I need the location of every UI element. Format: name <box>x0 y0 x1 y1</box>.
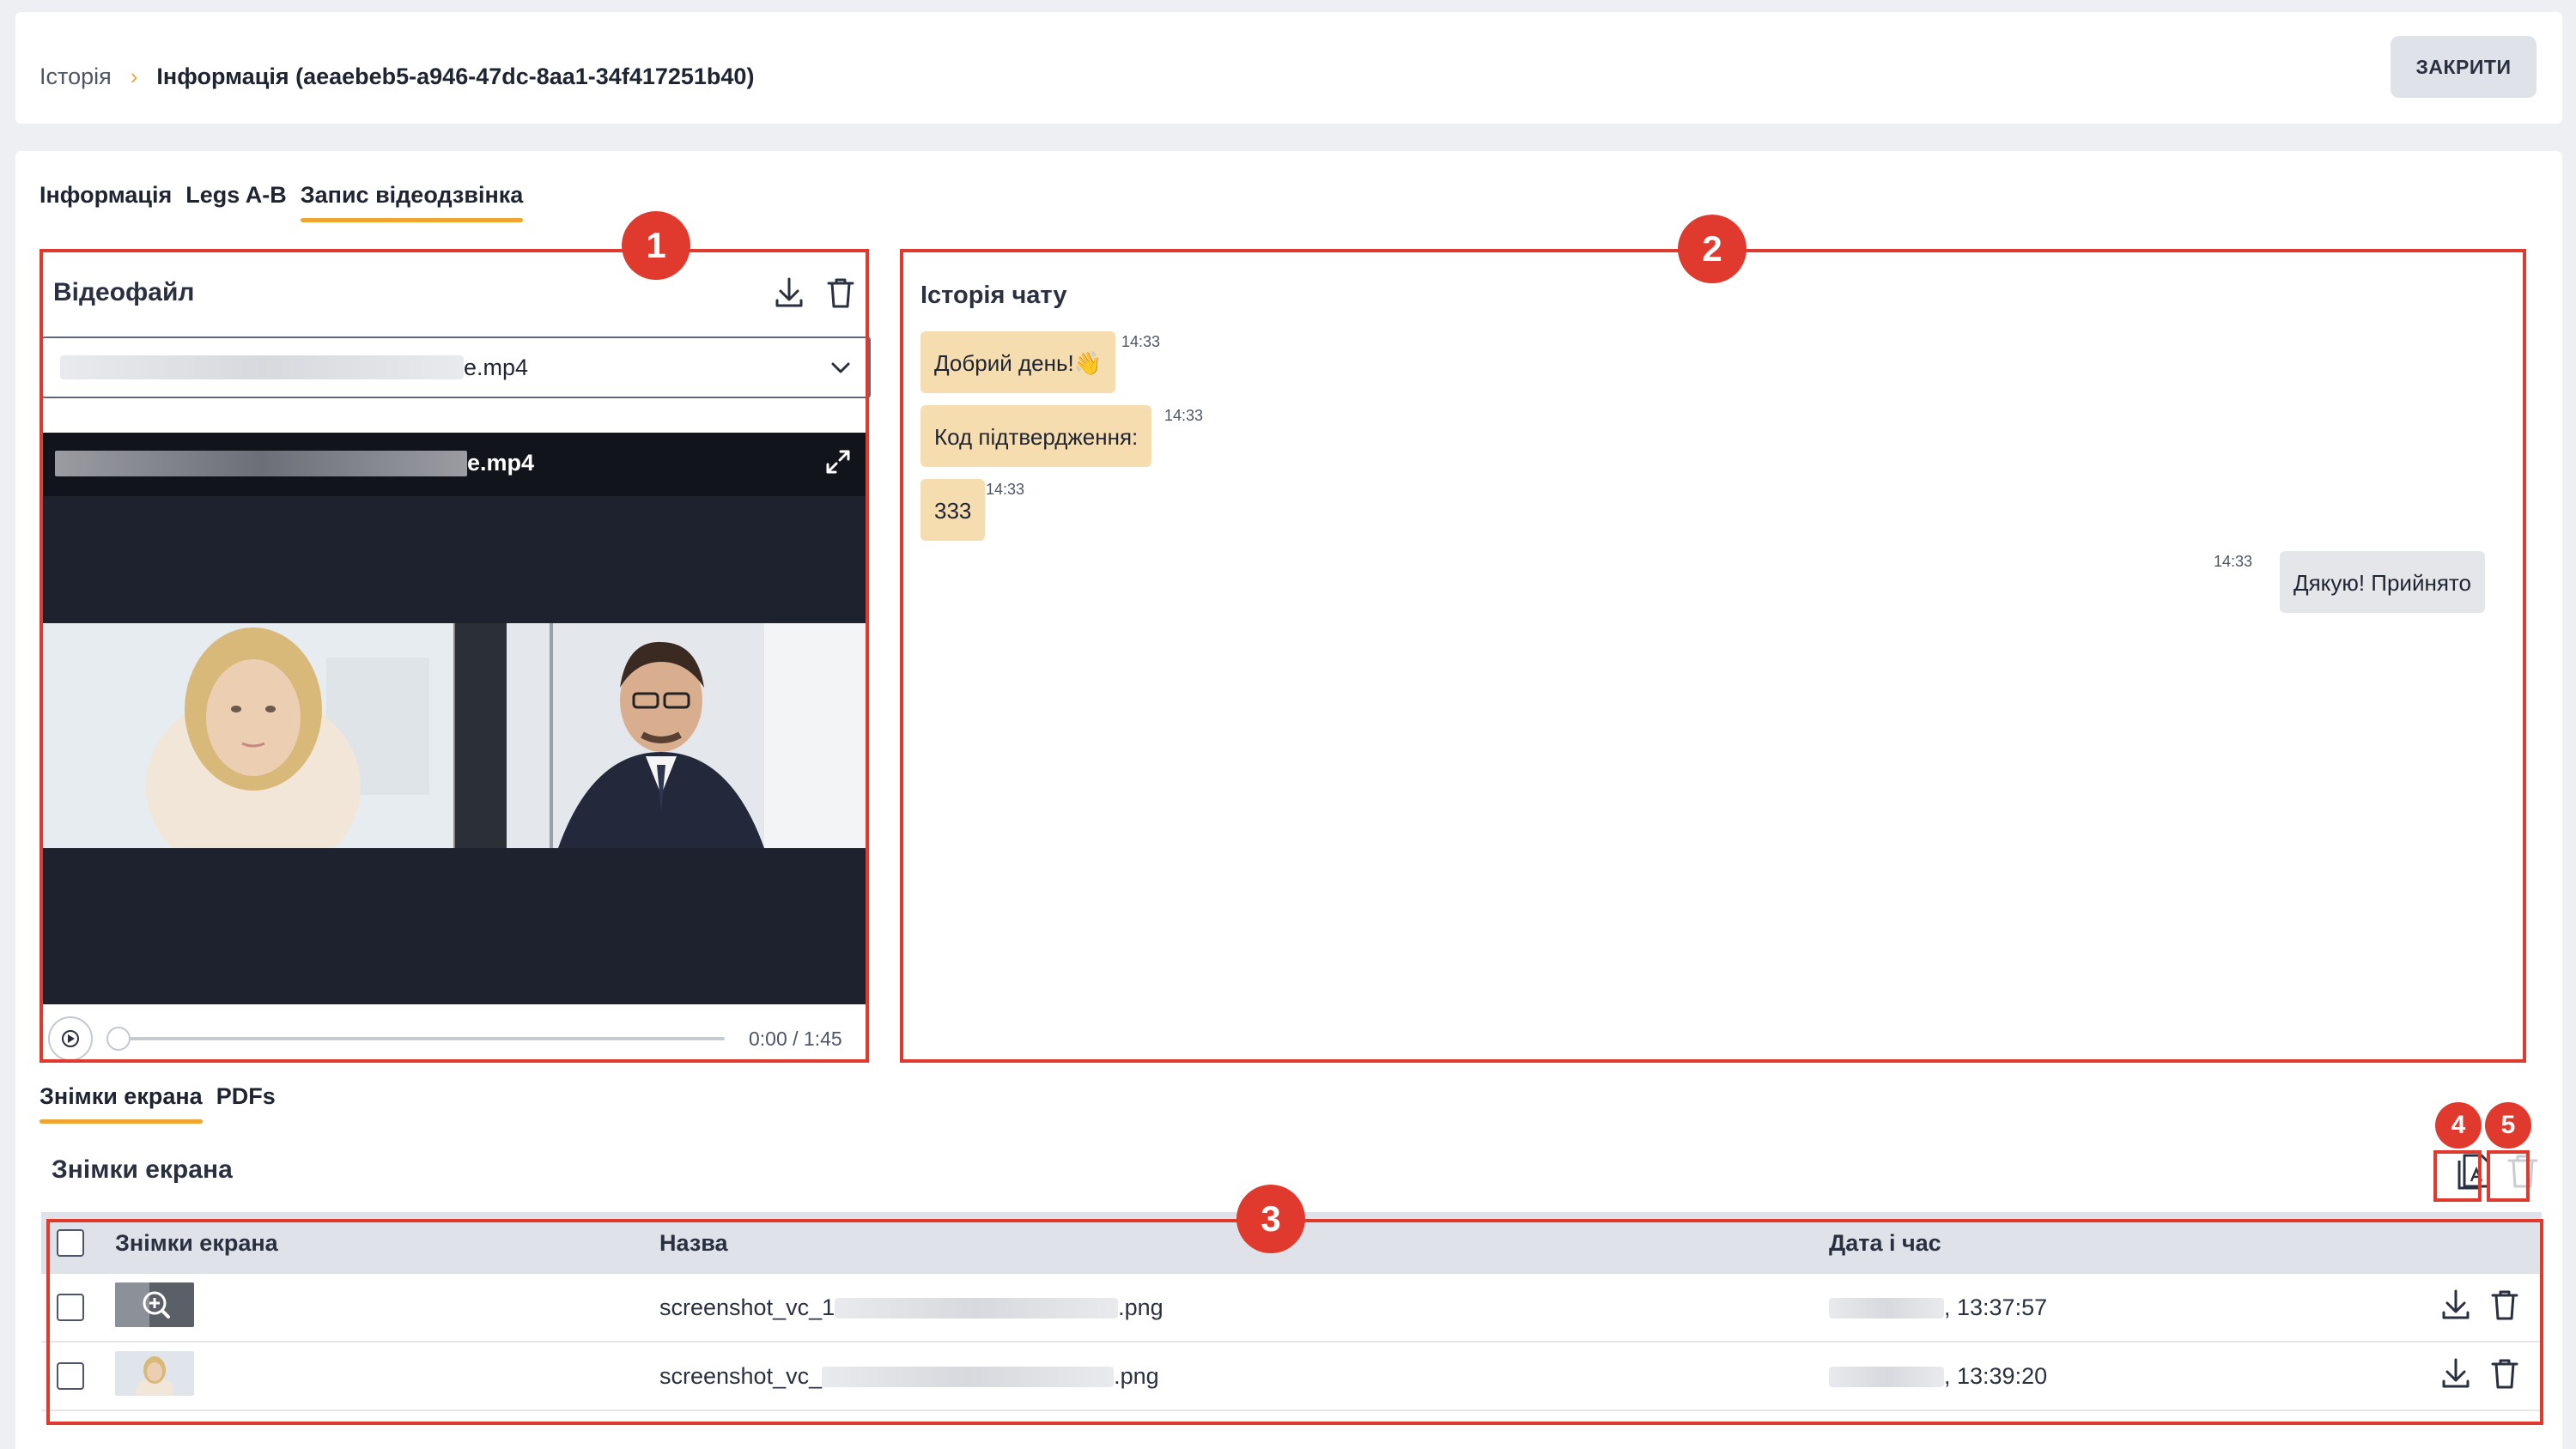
player-filename-suffix: e.mp4 <box>467 450 535 476</box>
select-all-checkbox[interactable] <box>57 1229 84 1257</box>
column-header-datetime[interactable]: Дата і час <box>1829 1230 1941 1257</box>
redacted-name <box>822 1367 1115 1388</box>
annotation-marker: 3 <box>1236 1185 1305 1253</box>
chat-message-outgoing: Дякую! Прийнято <box>2279 551 2485 613</box>
breadcrumb-separator-icon: › <box>130 64 138 89</box>
trash-icon[interactable] <box>2490 1356 2519 1397</box>
video-panel: Відеофайл e.mp4 e.mp4 0:00 / 1:45 <box>41 251 871 1061</box>
chat-message-time: 14:33 <box>986 481 1025 498</box>
video-panel-title: Відеофайл <box>53 278 195 306</box>
tab-video-recording[interactable]: Запис відеодзвінка <box>300 182 523 222</box>
delete-selected-icon[interactable] <box>2506 1150 2540 1196</box>
participant-woman-image <box>43 623 453 848</box>
breadcrumb-history-link[interactable]: Історія <box>39 64 112 90</box>
chat-message: Код підтвердження: <box>920 405 1152 467</box>
screenshot-name: screenshot_vc_1 .png <box>659 1294 1163 1320</box>
annotation-marker: 5 <box>2485 1102 2531 1149</box>
screenshot-thumbnail[interactable] <box>115 1350 194 1404</box>
download-icon[interactable] <box>771 275 807 311</box>
screenshot-datetime: , 13:37:57 <box>1829 1294 2047 1321</box>
screenshot-name: screenshot_vc_ .png <box>659 1362 1159 1389</box>
tabs: Інформація Legs A-B Запис відеодзвінка <box>39 182 523 222</box>
chat-message-time: 14:33 <box>2214 553 2253 570</box>
redacted-player-filename <box>55 450 467 476</box>
row-checkbox[interactable] <box>57 1294 84 1321</box>
breadcrumb-current: Інформація (aeaebeb5-a946-47dc-8aa1-34f4… <box>156 64 755 89</box>
export-pdf-icon[interactable] <box>2454 1150 2492 1196</box>
redacted-name <box>835 1298 1119 1319</box>
top-bar: Історія › Інформація (aeaebeb5-a946-47dc… <box>15 12 2562 124</box>
chat-panel: Історія чату Добрий день!👋 14:33 Код під… <box>908 251 2538 1061</box>
video-file-select-value: e.mp4 <box>464 354 529 380</box>
annotation-marker: 4 <box>2435 1102 2482 1149</box>
player-time: 0:00 / 1:45 <box>749 1027 842 1050</box>
redacted-date <box>1829 1367 1944 1388</box>
tab-screenshots[interactable]: Знімки екрана <box>39 1083 203 1124</box>
participant-man-image <box>453 623 867 848</box>
download-icon[interactable] <box>2440 1356 2471 1397</box>
progress-knob[interactable] <box>106 1027 131 1051</box>
play-icon[interactable] <box>48 1016 93 1061</box>
row-checkbox[interactable] <box>57 1362 84 1390</box>
tab-legs[interactable]: Legs A-B <box>185 182 287 222</box>
video-frame <box>43 623 867 848</box>
column-header-name[interactable]: Назва <box>659 1230 728 1257</box>
table-row: screenshot_vc_ .png , 13:39:20 <box>41 1343 2542 1411</box>
trash-icon[interactable] <box>823 275 859 311</box>
chat-title: Історія чату <box>920 282 1067 309</box>
screenshot-datetime: , 13:39:20 <box>1829 1363 2047 1390</box>
close-button[interactable]: ЗАКРИТИ <box>2391 36 2537 98</box>
annotation-marker: 2 <box>1678 215 1747 283</box>
redacted-date <box>1829 1298 1944 1319</box>
video-player[interactable]: e.mp4 <box>43 433 867 1004</box>
annotation-marker: 1 <box>622 211 690 280</box>
screenshots-title: Знімки екрана <box>52 1155 233 1184</box>
redacted-filename <box>60 355 464 379</box>
video-file-select[interactable]: e.mp4 <box>41 336 871 398</box>
player-header: e.mp4 <box>43 433 867 496</box>
chat-message-time: 14:33 <box>1121 333 1161 350</box>
tab-pdfs[interactable]: PDFs <box>216 1083 276 1124</box>
download-icon[interactable] <box>2440 1288 2471 1328</box>
screenshot-thumbnail[interactable] <box>115 1282 194 1333</box>
chevron-down-icon <box>828 355 854 385</box>
table-row: screenshot_vc_1 .png , 13:37:57 <box>41 1274 2542 1343</box>
trash-icon[interactable] <box>2490 1288 2519 1328</box>
chat-message: 333 <box>920 479 986 541</box>
chat-message-time: 14:33 <box>1164 407 1204 424</box>
progress-slider[interactable] <box>106 1027 725 1051</box>
player-filename: e.mp4 <box>55 450 534 476</box>
chat-message: Добрий день!👋 <box>920 331 1116 393</box>
player-controls: 0:00 / 1:45 <box>41 1016 871 1061</box>
breadcrumb: Історія › Інформація (aeaebeb5-a946-47dc… <box>39 64 754 90</box>
column-header-screenshots[interactable]: Знімки екрана <box>115 1230 278 1257</box>
tab-information[interactable]: Інформація <box>39 182 172 222</box>
bottom-tabs: Знімки екрана PDFs <box>39 1083 276 1124</box>
fullscreen-icon[interactable] <box>824 448 852 480</box>
main-card: Інформація Legs A-B Запис відеодзвінка В… <box>15 151 2562 1449</box>
